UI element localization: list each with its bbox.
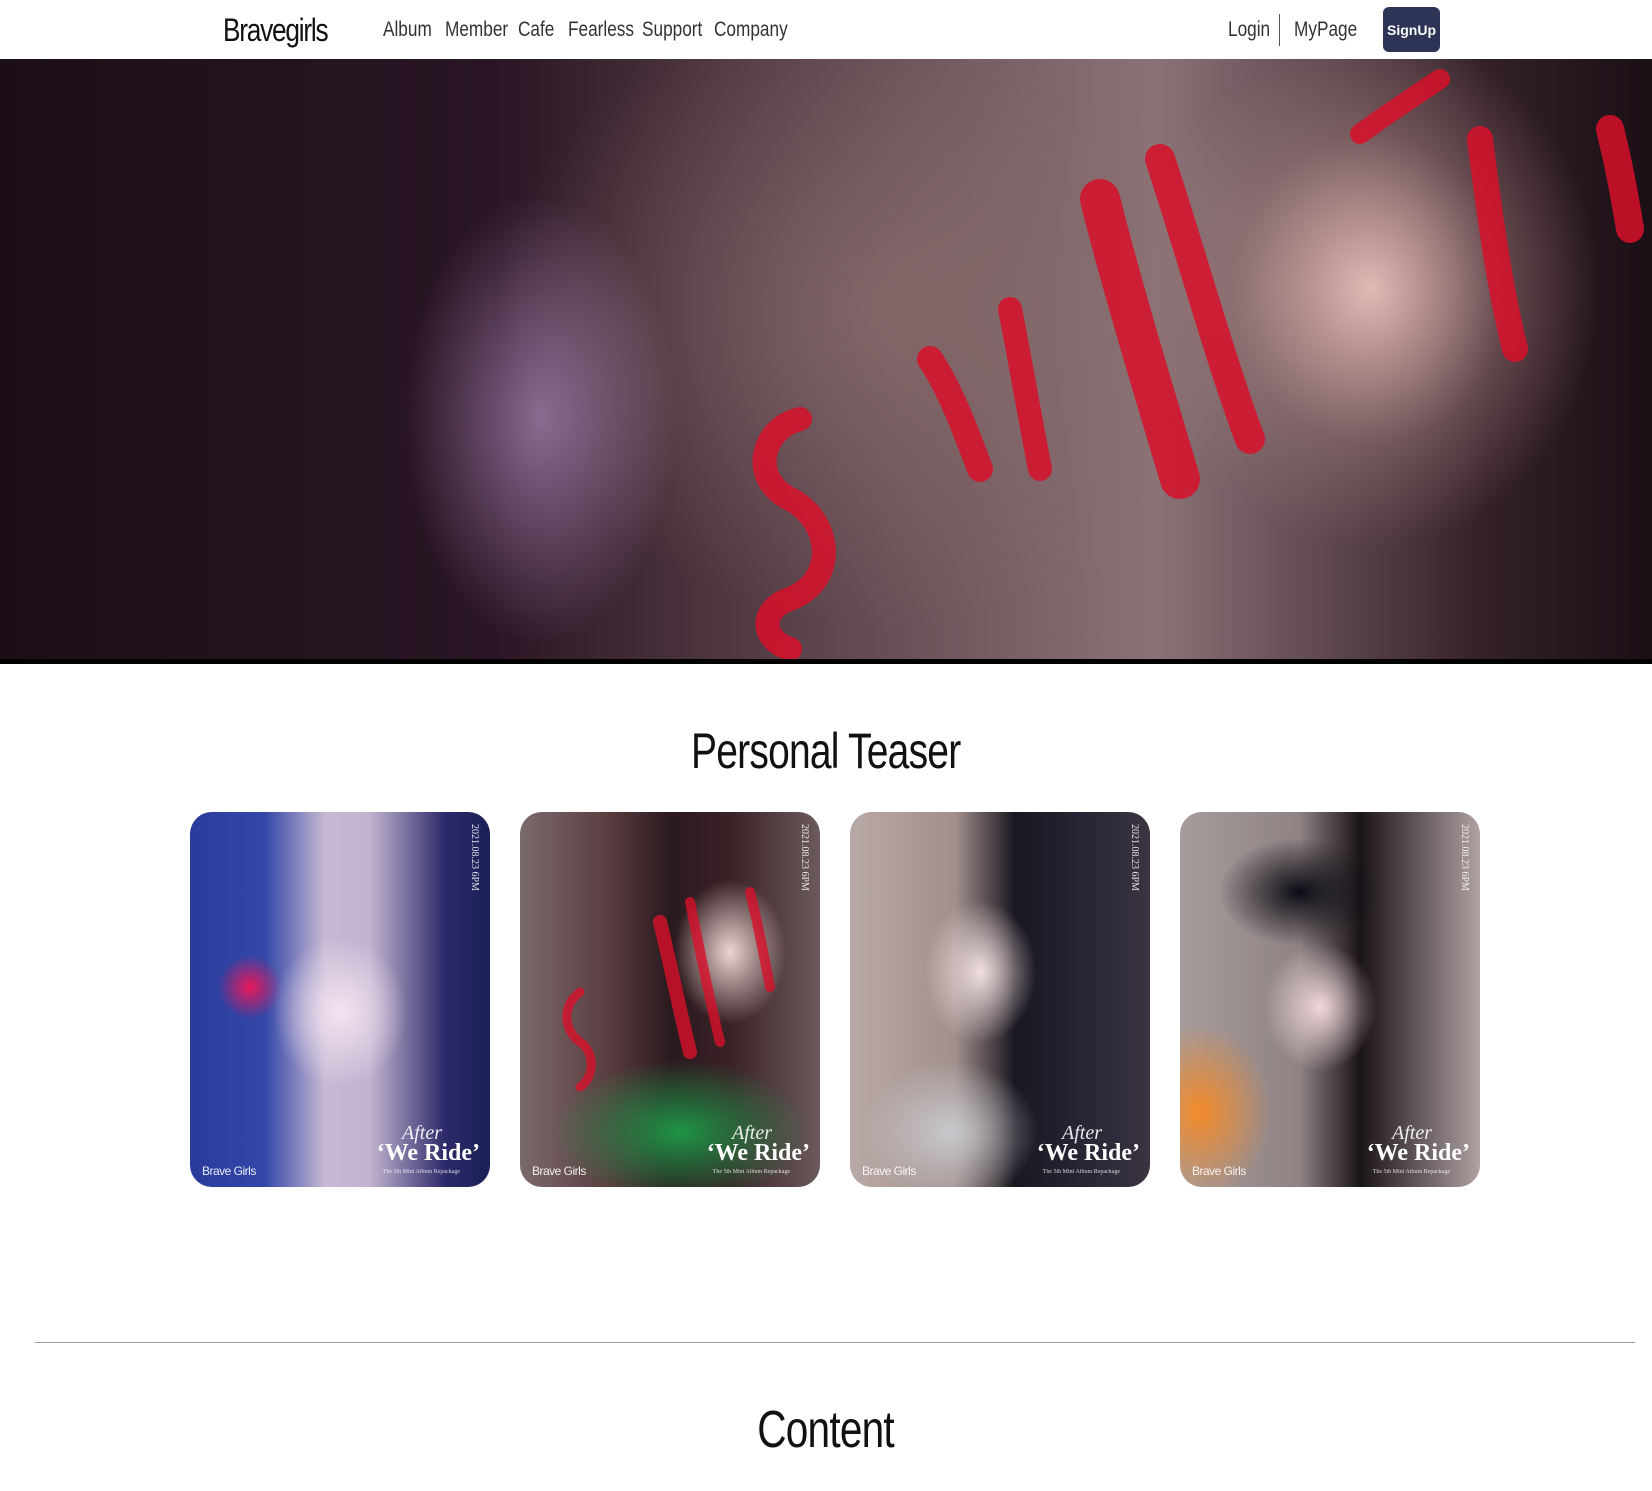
card-title: ‘We Ride’ bbox=[1036, 1140, 1140, 1166]
card-title: ‘We Ride’ bbox=[376, 1140, 480, 1166]
card-date: 2021.08.23 6PM bbox=[469, 824, 480, 891]
nav-album[interactable]: Album bbox=[383, 18, 432, 42]
card-logo: Brave Girls bbox=[1192, 1164, 1246, 1178]
brand-logo[interactable]: Bravegirls bbox=[223, 12, 329, 49]
hero-banner-image bbox=[0, 59, 1652, 663]
content-title: Content bbox=[0, 1400, 1652, 1460]
top-navigation-bar: Bravegirls Album Member Cafe Fearless Su… bbox=[0, 0, 1652, 59]
nav-support[interactable]: Support bbox=[642, 18, 702, 42]
nav-cafe[interactable]: Cafe bbox=[518, 18, 554, 42]
nav-cafe-label: Cafe bbox=[518, 18, 555, 41]
hero-bottom-border bbox=[0, 659, 1652, 664]
teaser-card[interactable]: 2021.08.23 6PM After ‘We Ride’ The 5th M… bbox=[520, 812, 820, 1187]
nav-divider bbox=[1279, 14, 1280, 46]
nav-member[interactable]: Member bbox=[445, 18, 508, 42]
teaser-card[interactable]: 2021.08.23 6PM After ‘We Ride’ The 5th M… bbox=[190, 812, 490, 1187]
nav-member-label: Member bbox=[445, 18, 509, 41]
signup-button[interactable]: SignUp bbox=[1383, 7, 1440, 52]
mypage-link[interactable]: MyPage bbox=[1294, 18, 1357, 42]
content-title-text: Content bbox=[757, 1401, 895, 1459]
card-subtitle: The 5th Mini Album Repackage bbox=[382, 1169, 460, 1175]
card-subtitle: The 5th Mini Album Repackage bbox=[1042, 1169, 1120, 1175]
card-title: ‘We Ride’ bbox=[706, 1140, 810, 1166]
teaser-card[interactable]: 2021.08.23 6PM After ‘We Ride’ The 5th M… bbox=[1180, 812, 1480, 1187]
card-graffiti bbox=[562, 887, 775, 1092]
login-link[interactable]: Login bbox=[1228, 18, 1270, 42]
card-title: ‘We Ride’ bbox=[1366, 1140, 1470, 1166]
card-date: 2021.08.23 6PM bbox=[1459, 824, 1470, 891]
section-divider bbox=[35, 1342, 1635, 1343]
personal-teaser-title-text: Personal Teaser bbox=[691, 723, 961, 779]
card-subtitle: The 5th Mini Album Repackage bbox=[712, 1169, 790, 1175]
hero-graffiti-overlay bbox=[752, 69, 1644, 661]
nav-album-label: Album bbox=[383, 18, 432, 41]
nav-support-label: Support bbox=[642, 18, 703, 41]
teaser-card[interactable]: 2021.08.23 6PM After ‘We Ride’ The 5th M… bbox=[850, 812, 1150, 1187]
card-date: 2021.08.23 6PM bbox=[1129, 824, 1140, 891]
card-date: 2021.08.23 6PM bbox=[799, 824, 810, 891]
card-logo: Brave Girls bbox=[202, 1164, 256, 1178]
nav-company[interactable]: Company bbox=[714, 18, 788, 42]
card-logo: Brave Girls bbox=[532, 1164, 586, 1178]
nav-company-label: Company bbox=[714, 18, 788, 41]
nav-fearless[interactable]: Fearless bbox=[568, 18, 634, 42]
card-logo: Brave Girls bbox=[862, 1164, 916, 1178]
personal-teaser-title: Personal Teaser bbox=[0, 722, 1652, 780]
card-subtitle: The 5th Mini Album Repackage bbox=[1372, 1169, 1450, 1175]
nav-fearless-label: Fearless bbox=[568, 18, 635, 41]
